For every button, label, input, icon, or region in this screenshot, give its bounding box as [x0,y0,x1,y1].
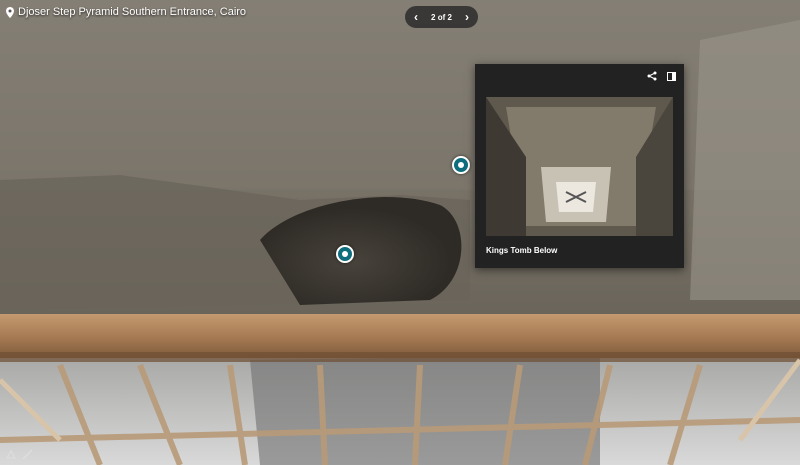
map-pin-icon [6,6,14,18]
measure-icon[interactable] [22,449,33,460]
card-image[interactable] [486,97,673,236]
share-icon[interactable] [647,71,657,81]
hotspot-marker[interactable] [336,245,354,263]
scene-pager: ‹ 2 of 2 › [405,6,478,28]
hotspot-marker[interactable] [452,156,470,174]
location-label: Djoser Step Pyramid Southern Entrance, C… [6,6,246,18]
info-card: Kings Tomb Below [475,64,684,268]
card-title: Kings Tomb Below [486,246,558,255]
expand-icon[interactable] [667,71,676,81]
shape-icon[interactable] [6,449,17,460]
location-text: Djoser Step Pyramid Southern Entrance, C… [18,6,247,18]
pager-text: 2 of 2 [431,12,452,22]
chevron-left-icon[interactable]: ‹ [405,6,427,28]
chevron-right-icon[interactable]: › [456,6,478,28]
